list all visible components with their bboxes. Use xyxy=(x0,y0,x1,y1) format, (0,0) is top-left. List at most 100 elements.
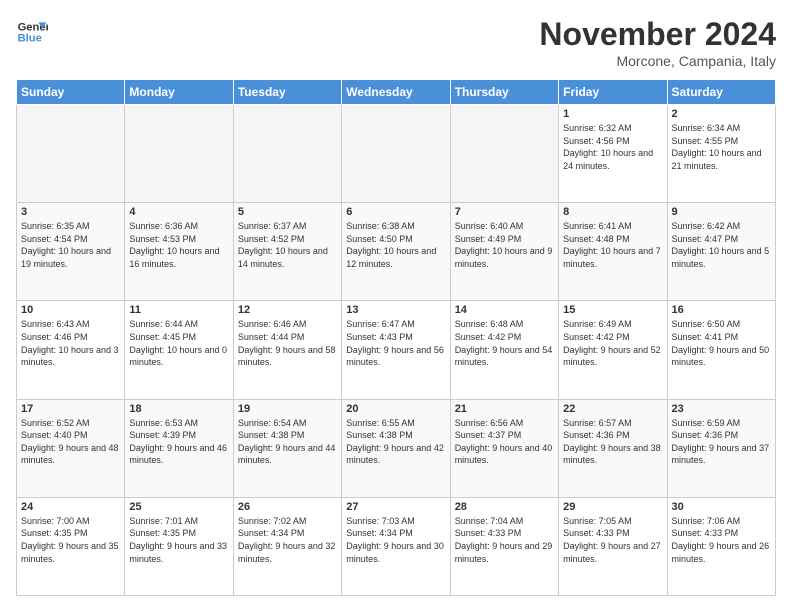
calendar-cell: 27 Sunrise: 7:03 AM Sunset: 4:34 PM Dayli… xyxy=(342,497,450,595)
calendar-cell: 12 Sunrise: 6:46 AM Sunset: 4:44 PM Dayli… xyxy=(233,301,341,399)
calendar-cell: 15 Sunrise: 6:49 AM Sunset: 4:42 PM Dayli… xyxy=(559,301,667,399)
calendar-cell: 11 Sunrise: 6:44 AM Sunset: 4:45 PM Dayli… xyxy=(125,301,233,399)
day-number: 29 xyxy=(563,501,662,513)
day-info: Sunrise: 6:59 AM Sunset: 4:36 PM Dayligh… xyxy=(672,417,771,467)
day-info: Sunrise: 6:43 AM Sunset: 4:46 PM Dayligh… xyxy=(21,318,120,368)
calendar-cell xyxy=(17,105,125,203)
day-info: Sunrise: 6:41 AM Sunset: 4:48 PM Dayligh… xyxy=(563,220,662,270)
day-info: Sunrise: 6:38 AM Sunset: 4:50 PM Dayligh… xyxy=(346,220,445,270)
calendar-table: SundayMondayTuesdayWednesdayThursdayFrid… xyxy=(16,79,776,596)
day-info: Sunrise: 7:03 AM Sunset: 4:34 PM Dayligh… xyxy=(346,515,445,565)
day-info: Sunrise: 6:50 AM Sunset: 4:41 PM Dayligh… xyxy=(672,318,771,368)
day-info: Sunrise: 6:35 AM Sunset: 4:54 PM Dayligh… xyxy=(21,220,120,270)
logo: General Blue xyxy=(16,16,48,48)
day-number: 26 xyxy=(238,501,337,513)
day-info: Sunrise: 6:53 AM Sunset: 4:39 PM Dayligh… xyxy=(129,417,228,467)
calendar-cell: 30Sunrise: 7:06 AM Sunset: 4:33 PM Dayli… xyxy=(667,497,775,595)
day-number: 30 xyxy=(672,501,771,513)
day-info: Sunrise: 6:37 AM Sunset: 4:52 PM Dayligh… xyxy=(238,220,337,270)
day-info: Sunrise: 6:36 AM Sunset: 4:53 PM Dayligh… xyxy=(129,220,228,270)
day-number: 24 xyxy=(21,501,120,513)
weekday-header-wednesday: Wednesday xyxy=(342,80,450,105)
calendar-cell: 4 Sunrise: 6:36 AM Sunset: 4:53 PM Daylig… xyxy=(125,203,233,301)
calendar-cell: 26Sunrise: 7:02 AM Sunset: 4:34 PM Dayli… xyxy=(233,497,341,595)
day-number: 9 xyxy=(672,206,771,218)
day-info: Sunrise: 6:47 AM Sunset: 4:43 PM Dayligh… xyxy=(346,318,445,368)
calendar-cell: 1 Sunrise: 6:32 AM Sunset: 4:56 PM Daylig… xyxy=(559,105,667,203)
day-number: 23 xyxy=(672,403,771,415)
day-info: Sunrise: 6:32 AM Sunset: 4:56 PM Dayligh… xyxy=(563,122,662,172)
calendar-week-row: 3Sunrise: 6:35 AM Sunset: 4:54 PM Daylig… xyxy=(17,203,776,301)
day-number: 19 xyxy=(238,403,337,415)
logo-icon: General Blue xyxy=(16,16,48,48)
calendar-cell: 25 Sunrise: 7:01 AM Sunset: 4:35 PM Dayli… xyxy=(125,497,233,595)
calendar-cell: 2Sunrise: 6:34 AM Sunset: 4:55 PM Daylig… xyxy=(667,105,775,203)
day-info: Sunrise: 7:01 AM Sunset: 4:35 PM Dayligh… xyxy=(129,515,228,565)
calendar-cell: 24Sunrise: 7:00 AM Sunset: 4:35 PM Dayli… xyxy=(17,497,125,595)
day-info: Sunrise: 6:56 AM Sunset: 4:37 PM Dayligh… xyxy=(455,417,554,467)
calendar-cell: 22Sunrise: 6:57 AM Sunset: 4:36 PM Dayli… xyxy=(559,399,667,497)
day-info: Sunrise: 6:48 AM Sunset: 4:42 PM Dayligh… xyxy=(455,318,554,368)
weekday-header-sunday: Sunday xyxy=(17,80,125,105)
day-info: Sunrise: 7:05 AM Sunset: 4:33 PM Dayligh… xyxy=(563,515,662,565)
day-info: Sunrise: 6:54 AM Sunset: 4:38 PM Dayligh… xyxy=(238,417,337,467)
calendar-header-row: SundayMondayTuesdayWednesdayThursdayFrid… xyxy=(17,80,776,105)
calendar-cell: 3Sunrise: 6:35 AM Sunset: 4:54 PM Daylig… xyxy=(17,203,125,301)
calendar-week-row: 17Sunrise: 6:52 AM Sunset: 4:40 PM Dayli… xyxy=(17,399,776,497)
day-number: 7 xyxy=(455,206,554,218)
calendar-cell: 10 Sunrise: 6:43 AM Sunset: 4:46 PM Dayli… xyxy=(17,301,125,399)
day-info: Sunrise: 7:04 AM Sunset: 4:33 PM Dayligh… xyxy=(455,515,554,565)
day-info: Sunrise: 6:40 AM Sunset: 4:49 PM Dayligh… xyxy=(455,220,554,270)
calendar-cell: 13 Sunrise: 6:47 AM Sunset: 4:43 PM Dayli… xyxy=(342,301,450,399)
day-number: 16 xyxy=(672,304,771,316)
weekday-header-monday: Monday xyxy=(125,80,233,105)
day-number: 5 xyxy=(238,206,337,218)
calendar-cell: 23 Sunrise: 6:59 AM Sunset: 4:36 PM Dayli… xyxy=(667,399,775,497)
calendar-week-row: 24Sunrise: 7:00 AM Sunset: 4:35 PM Dayli… xyxy=(17,497,776,595)
day-number: 2 xyxy=(672,108,771,120)
weekday-header-friday: Friday xyxy=(559,80,667,105)
location: Morcone, Campania, Italy xyxy=(539,53,776,69)
calendar-cell: 16 Sunrise: 6:50 AM Sunset: 4:41 PM Dayli… xyxy=(667,301,775,399)
calendar-cell: 5 Sunrise: 6:37 AM Sunset: 4:52 PM Daylig… xyxy=(233,203,341,301)
calendar-week-row: 1 Sunrise: 6:32 AM Sunset: 4:56 PM Daylig… xyxy=(17,105,776,203)
calendar-cell xyxy=(450,105,558,203)
calendar-cell: 17Sunrise: 6:52 AM Sunset: 4:40 PM Dayli… xyxy=(17,399,125,497)
day-number: 14 xyxy=(455,304,554,316)
day-info: Sunrise: 6:49 AM Sunset: 4:42 PM Dayligh… xyxy=(563,318,662,368)
day-number: 4 xyxy=(129,206,228,218)
day-number: 11 xyxy=(129,304,228,316)
day-number: 10 xyxy=(21,304,120,316)
weekday-header-thursday: Thursday xyxy=(450,80,558,105)
calendar-week-row: 10 Sunrise: 6:43 AM Sunset: 4:46 PM Dayli… xyxy=(17,301,776,399)
weekday-header-saturday: Saturday xyxy=(667,80,775,105)
weekday-header-tuesday: Tuesday xyxy=(233,80,341,105)
day-number: 6 xyxy=(346,206,445,218)
day-number: 15 xyxy=(563,304,662,316)
day-number: 25 xyxy=(129,501,228,513)
day-info: Sunrise: 6:44 AM Sunset: 4:45 PM Dayligh… xyxy=(129,318,228,368)
calendar-cell: 19 Sunrise: 6:54 AM Sunset: 4:38 PM Dayli… xyxy=(233,399,341,497)
day-number: 28 xyxy=(455,501,554,513)
day-number: 12 xyxy=(238,304,337,316)
header: General Blue November 2024 Morcone, Camp… xyxy=(16,16,776,69)
day-number: 13 xyxy=(346,304,445,316)
calendar-cell xyxy=(233,105,341,203)
calendar-cell: 18Sunrise: 6:53 AM Sunset: 4:39 PM Dayli… xyxy=(125,399,233,497)
calendar-cell: 9Sunrise: 6:42 AM Sunset: 4:47 PM Daylig… xyxy=(667,203,775,301)
month-title: November 2024 xyxy=(539,16,776,53)
day-number: 1 xyxy=(563,108,662,120)
day-number: 20 xyxy=(346,403,445,415)
day-number: 17 xyxy=(21,403,120,415)
day-number: 27 xyxy=(346,501,445,513)
day-number: 22 xyxy=(563,403,662,415)
calendar-cell: 6 Sunrise: 6:38 AM Sunset: 4:50 PM Daylig… xyxy=(342,203,450,301)
calendar-cell: 7 Sunrise: 6:40 AM Sunset: 4:49 PM Daylig… xyxy=(450,203,558,301)
calendar-cell xyxy=(125,105,233,203)
page: General Blue November 2024 Morcone, Camp… xyxy=(0,0,792,612)
calendar-cell: 29 Sunrise: 7:05 AM Sunset: 4:33 PM Dayli… xyxy=(559,497,667,595)
svg-text:Blue: Blue xyxy=(18,33,42,45)
day-info: Sunrise: 6:46 AM Sunset: 4:44 PM Dayligh… xyxy=(238,318,337,368)
day-number: 8 xyxy=(563,206,662,218)
calendar-cell: 8 Sunrise: 6:41 AM Sunset: 4:48 PM Daylig… xyxy=(559,203,667,301)
